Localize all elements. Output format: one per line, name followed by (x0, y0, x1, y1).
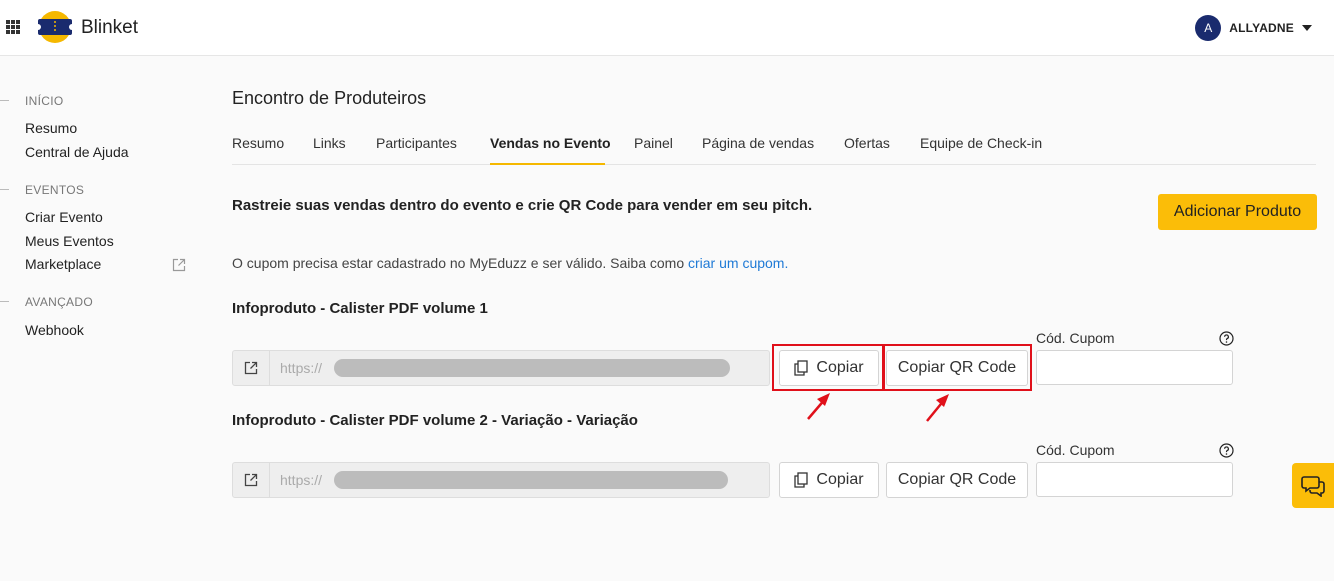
open-link-icon (244, 361, 258, 375)
sidebar: INÍCIO Resumo Central de Ajuda EVENTOS C… (0, 56, 200, 581)
brand-name[interactable]: Blinket (81, 17, 138, 39)
add-product-button[interactable]: Adicionar Produto (1158, 194, 1317, 230)
product-link-field[interactable]: https:// (232, 462, 770, 498)
active-tab-indicator (490, 163, 605, 165)
open-link-icon (244, 473, 258, 487)
external-link-icon[interactable] (172, 258, 186, 272)
sidebar-section-eventos: EVENTOS (0, 183, 84, 197)
chat-icon (1301, 475, 1325, 497)
blurred-link (334, 359, 730, 377)
create-coupon-link[interactable]: criar um cupom. (688, 255, 788, 271)
copy-qr-code-button[interactable]: Copiar QR Code (886, 462, 1028, 498)
copy-link-button[interactable]: Copiar (779, 462, 879, 498)
link-prefix: https:// (280, 472, 323, 488)
sidebar-section-avancado: AVANÇADO (0, 295, 93, 309)
coupon-input[interactable] (1036, 350, 1233, 385)
copy-label: Copiar (816, 471, 864, 488)
tab-pagina-de-vendas[interactable]: Página de vendas (702, 135, 814, 151)
coupon-input[interactable] (1036, 462, 1233, 497)
avatar[interactable]: A (1195, 15, 1222, 41)
sidebar-item-webhook[interactable]: Webhook (25, 322, 84, 338)
copy-icon (794, 472, 809, 488)
blurred-link (334, 471, 728, 489)
tab-bar: Resumo Links Participantes Vendas no Eve… (232, 133, 1316, 165)
link-prefix: https:// (280, 360, 323, 376)
sidebar-section-inicio: INÍCIO (0, 94, 63, 108)
help-icon[interactable] (1219, 331, 1234, 346)
sidebar-item-marketplace[interactable]: Marketplace (25, 256, 101, 272)
user-menu[interactable]: A ALLYADNE (1195, 15, 1312, 41)
tab-equipe-de-check-in[interactable]: Equipe de Check-in (920, 135, 1042, 151)
sidebar-item-central-de-ajuda[interactable]: Central de Ajuda (25, 144, 129, 160)
tab-vendas-no-evento[interactable]: Vendas no Evento (490, 135, 611, 151)
user-name[interactable]: ALLYADNE (1229, 21, 1294, 35)
sidebar-item-meus-eventos[interactable]: Meus Eventos (25, 233, 114, 249)
tab-painel[interactable]: Painel (634, 135, 673, 151)
red-arrow-icon (807, 393, 830, 420)
top-bar: Blinket A ALLYADNE (0, 0, 1334, 56)
sidebar-item-resumo[interactable]: Resumo (25, 120, 77, 136)
tab-ofertas[interactable]: Ofertas (844, 135, 890, 151)
product-link-field[interactable]: https:// (232, 350, 770, 386)
tab-participantes[interactable]: Participantes (376, 135, 457, 151)
product-title: Infoproduto - Calister PDF volume 2 - Va… (232, 412, 638, 429)
red-arrow-icon (926, 394, 949, 422)
coupon-label: Cód. Cupom (1036, 442, 1115, 458)
highlight-box-qr-code (883, 344, 1032, 391)
tab-resumo[interactable]: Resumo (232, 135, 284, 151)
coupon-info-text: O cupom precisa estar cadastrado no MyEd… (232, 255, 788, 271)
help-icon[interactable] (1219, 443, 1234, 458)
coupon-label: Cód. Cupom (1036, 330, 1115, 346)
product-title: Infoproduto - Calister PDF volume 1 (232, 300, 488, 317)
chat-button[interactable] (1292, 463, 1334, 508)
blinket-logo-icon[interactable] (37, 10, 73, 44)
open-link-button[interactable] (233, 463, 270, 497)
chevron-down-icon[interactable] (1302, 25, 1312, 31)
tab-links[interactable]: Links (313, 135, 346, 151)
open-link-button[interactable] (233, 351, 270, 385)
page-title: Encontro de Produteiros (232, 88, 427, 108)
apps-grid-icon[interactable] (6, 20, 20, 34)
highlight-box-copy (772, 344, 884, 391)
section-headline: Rastreie suas vendas dentro do evento e … (232, 197, 813, 214)
info-text: O cupom precisa estar cadastrado no MyEd… (232, 255, 688, 271)
sidebar-item-criar-evento[interactable]: Criar Evento (25, 209, 103, 225)
